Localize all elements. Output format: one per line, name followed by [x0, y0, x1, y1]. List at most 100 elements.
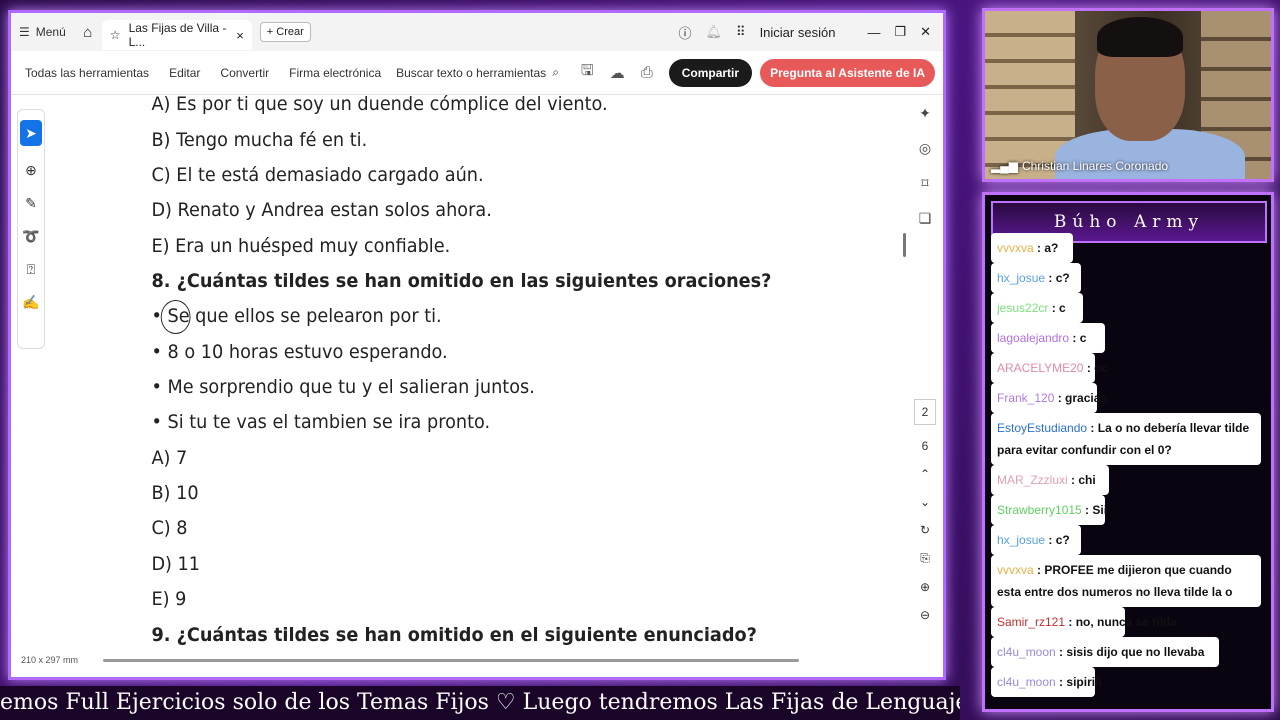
save-icon[interactable]: 🖫︎: [573, 60, 602, 85]
chat-message: lagoalejandro : c: [991, 323, 1105, 353]
share-button[interactable]: Compartir: [668, 58, 753, 87]
bell-icon[interactable]: 🔔︎: [706, 24, 723, 40]
chat-text: c?: [1055, 533, 1070, 547]
ink-circle-annotation: [160, 300, 191, 334]
chat-separator: :: [1045, 533, 1056, 547]
page-navigator: 2 6 ⌃ ⌄ ↻ ⎘ ⊕ ⊖: [913, 399, 937, 622]
close-window-icon[interactable]: ✕: [920, 24, 931, 40]
title-bar: ☰ Menú ⌂ ☆ Las Fijas de Villa - L... × + Cr…: [11, 13, 943, 51]
chat-separator: :: [1045, 271, 1056, 285]
chat-username[interactable]: cl4u_moon: [997, 675, 1056, 689]
left-tool-rail: ➤ ⊕ ✎ ➰ ⍰ ✍: [17, 109, 45, 349]
doc-line: • Se que ellos se pelearon por ti.: [151, 305, 442, 327]
chat-username[interactable]: vvvxva: [997, 563, 1034, 577]
chat-username[interactable]: vvvxva: [997, 241, 1034, 255]
search-icon: ⌕: [552, 65, 559, 79]
doc-line: C) El te está demasiado cargado aún.: [151, 164, 484, 186]
option-e: E) 9: [151, 588, 187, 610]
ai-assistant-button[interactable]: Pregunta al Asistente de IA: [760, 58, 935, 87]
chat-separator: :: [1033, 563, 1045, 577]
chat-text: c?: [1055, 271, 1070, 285]
document-tab[interactable]: ☆ Las Fijas de Villa - L... ×: [101, 20, 252, 50]
create-button[interactable]: + Crear: [259, 22, 311, 42]
chat-username[interactable]: ARACELYME20: [997, 361, 1083, 375]
esign-menu[interactable]: Firma electrónica: [279, 66, 391, 80]
chat-username[interactable]: hx_josue: [997, 533, 1045, 547]
doc-line: • 8 o 10 horas estuvo esperando.: [151, 341, 448, 363]
signin-button[interactable]: Iniciar sesión: [760, 25, 836, 40]
chat-username[interactable]: Samir_rz121: [997, 615, 1065, 629]
chat-separator: :: [1054, 391, 1066, 405]
minimize-icon[interactable]: —: [867, 25, 880, 40]
refresh-icon[interactable]: ↻: [920, 523, 930, 537]
pages-icon[interactable]: ❏: [919, 210, 932, 227]
webcam-overlay: ▂▄▆ Christian Linares Coronado: [982, 8, 1274, 182]
doc-line: A) Es por ti que soy un duende cómplice …: [151, 95, 608, 115]
chat-message: hx_josue : c?: [991, 525, 1081, 555]
chat-username[interactable]: Frank_120: [997, 391, 1054, 405]
chat-username[interactable]: lagoalejandro: [997, 331, 1069, 345]
comment-panel-icon[interactable]: ◎: [919, 140, 931, 157]
ai-panel-icon[interactable]: ✦: [919, 105, 931, 122]
chat-username[interactable]: Strawberry1015: [997, 503, 1082, 517]
pdf-page: A) Es por ti que soy un duende cómplice …: [51, 95, 840, 655]
chat-username[interactable]: jesus22cr: [997, 301, 1048, 315]
chat-username[interactable]: cl4u_moon: [997, 645, 1056, 659]
vertical-scrollbar[interactable]: [903, 233, 906, 257]
hamburger-icon: ☰: [19, 25, 30, 39]
chat-username[interactable]: hx_josue: [997, 271, 1045, 285]
bookmark-icon[interactable]: ⌑: [921, 175, 928, 192]
edit-menu[interactable]: Editar: [159, 66, 210, 80]
page-up-icon[interactable]: ⌃: [920, 467, 930, 481]
chat-message: Frank_120 : gracias: [991, 383, 1107, 413]
chat-message: Samir_rz121 : no, nunca se tilda: [991, 607, 1177, 637]
zoom-out-icon[interactable]: ⊖: [920, 608, 930, 622]
zoom-in-icon[interactable]: ⊕: [920, 580, 930, 594]
signal-bars-icon: ▂▄▆: [991, 159, 1018, 173]
current-page[interactable]: 2: [914, 399, 936, 425]
chat-message: ARACELYME20 : cc: [991, 353, 1108, 383]
chat-text: Sii: [1092, 503, 1108, 517]
chat-text: gracias: [1065, 391, 1108, 405]
right-tool-rail: ✦ ◎ ⌑ ❏: [913, 105, 937, 227]
search-tools[interactable]: Buscar texto o herramientas ⌕: [396, 65, 573, 80]
lasso-tool-icon[interactable]: ➰: [22, 228, 39, 245]
question-8: 8. ¿Cuántas tildes se han omitido en las…: [151, 270, 772, 292]
horizontal-scrollbar[interactable]: [103, 659, 799, 662]
chat-message: Strawberry1015 : Sii: [991, 495, 1108, 525]
chat-separator: :: [1083, 361, 1095, 375]
restore-icon[interactable]: ❐: [894, 24, 906, 40]
star-icon[interactable]: ☆: [110, 28, 121, 42]
apps-grid-icon[interactable]: ⠿: [736, 24, 746, 40]
pencil-tool-icon[interactable]: ✎: [25, 195, 37, 212]
chat-separator: :: [1067, 473, 1079, 487]
upload-cloud-icon[interactable]: ☁︎: [602, 64, 633, 82]
select-tool-icon[interactable]: ➤: [20, 120, 42, 146]
comment-tool-icon[interactable]: ⊕: [25, 162, 37, 179]
extract-icon[interactable]: ⎘: [920, 551, 930, 566]
chat-separator: :: [1055, 645, 1067, 659]
home-icon[interactable]: ⌂: [74, 24, 102, 41]
total-pages: 6: [921, 439, 929, 453]
close-tab-icon[interactable]: ×: [236, 28, 244, 43]
chat-message: MAR_Zzzluxi : chi: [991, 465, 1109, 495]
convert-menu[interactable]: Convertir: [210, 66, 279, 80]
presenter-name: ▂▄▆ Christian Linares Coronado: [991, 159, 1168, 173]
chat-username[interactable]: MAR_Zzzluxi: [997, 473, 1068, 487]
help-icon[interactable]: ⓘ: [679, 23, 692, 42]
chat-message: EstoyEstudiando : La o no debería llevar…: [991, 413, 1261, 465]
presenter-name-text: Christian Linares Coronado: [1021, 159, 1169, 173]
option-d: D) 11: [151, 553, 201, 575]
chat-username[interactable]: EstoyEstudiando: [997, 421, 1087, 435]
sign-tool-icon[interactable]: ✍: [22, 294, 39, 311]
acrobat-window: ☰ Menú ⌂ ☆ Las Fijas de Villa - L... × + Cr…: [8, 10, 946, 680]
page-down-icon[interactable]: ⌄: [920, 495, 930, 509]
text-select-icon[interactable]: ⍰: [27, 261, 35, 278]
all-tools-menu[interactable]: Todas las herramientas: [15, 66, 159, 80]
chat-message: hx_josue : c?: [991, 263, 1081, 293]
option-c: C) 8: [151, 517, 188, 539]
doc-line: D) Renato y Andrea estan solos ahora.: [151, 199, 492, 221]
chat-text: chi: [1078, 473, 1096, 487]
print-icon[interactable]: ⎙: [633, 64, 661, 81]
menu-button[interactable]: ☰ Menú: [11, 25, 74, 39]
